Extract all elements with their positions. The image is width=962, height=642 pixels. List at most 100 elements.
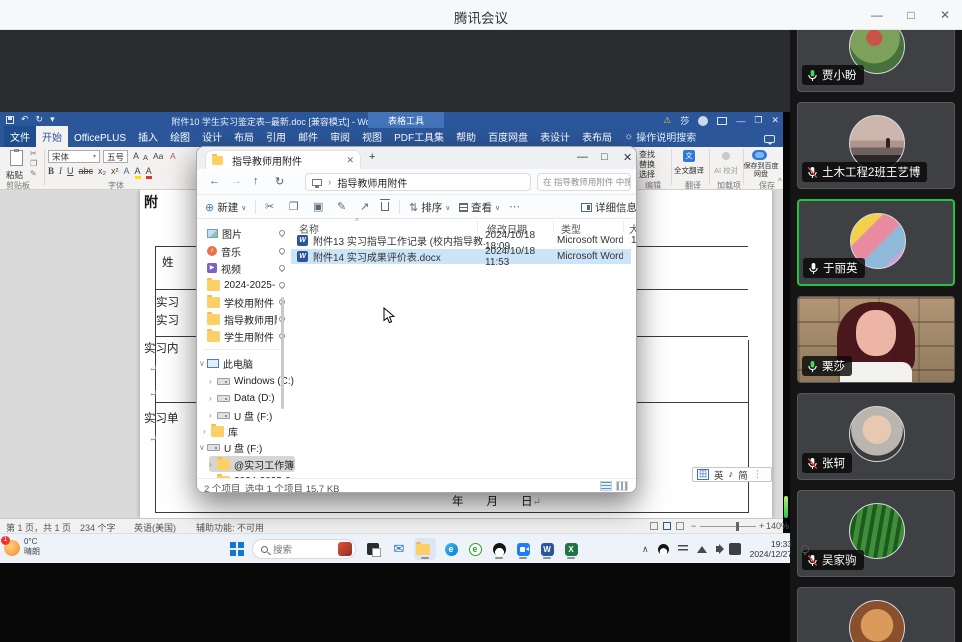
weather-widget[interactable]: 1 0°C 晴朗 [1, 536, 40, 557]
tab-layout[interactable]: 布局 [228, 126, 260, 147]
edge-app-button[interactable]: e [440, 538, 462, 560]
nav-item-usb-drive[interactable]: ∨ U 盘 (F:) [199, 439, 285, 455]
large-icons-view-toggle-icon[interactable] [616, 481, 628, 491]
ime-more-icon[interactable]: ⋮ [753, 469, 763, 480]
paste-icon[interactable]: ▣ [313, 200, 323, 213]
tab-baidu-pan[interactable]: 百度网盘 [482, 126, 534, 147]
bold-icon[interactable]: B [48, 166, 54, 176]
details-pane-button[interactable]: 详细信息 [581, 200, 636, 215]
account-avatar[interactable] [698, 115, 709, 126]
file-row[interactable]: W 附件13 实习指导工作记录 (校内指导教... 2024/10/18 18:… [291, 230, 636, 252]
redo-icon[interactable]: ↻ [36, 114, 44, 125]
delete-icon[interactable] [380, 199, 390, 211]
browser-app-button[interactable]: e [464, 538, 486, 560]
tab-table-design[interactable]: 表设计 [534, 126, 576, 147]
rename-icon[interactable]: ✎ [337, 200, 346, 213]
baidu-pan-icon[interactable] [752, 150, 767, 160]
chevron-right-icon[interactable]: › [209, 377, 217, 386]
undo-icon[interactable]: ↶ [21, 114, 29, 125]
tab-mailings[interactable]: 邮件 [292, 126, 324, 147]
word-restore-button[interactable]: ❐ [754, 115, 762, 126]
tab-table-layout[interactable]: 表布局 [576, 126, 618, 147]
collapse-ribbon-icon[interactable]: ^ [778, 177, 782, 186]
task-view-button[interactable] [362, 538, 384, 560]
file-explorer-app-button[interactable] [414, 538, 436, 560]
explorer-close-button[interactable]: ✕ [623, 151, 632, 164]
tab-home[interactable]: 开始 [36, 126, 68, 147]
format-painter-icon[interactable]: ✎ [30, 169, 37, 178]
chevron-down-icon[interactable]: ∨ [199, 359, 207, 368]
tab-references[interactable]: 引用 [260, 126, 292, 147]
subscript-icon[interactable]: x₂ [98, 166, 106, 176]
baidu-save-button[interactable]: 保存到百度网盘 [743, 163, 779, 179]
web-layout-icon[interactable] [676, 522, 684, 530]
clear-format-icon[interactable]: A [170, 151, 176, 161]
chevron-right-icon[interactable]: › [203, 427, 211, 436]
nav-item-pictures[interactable]: 图片 [199, 225, 287, 241]
participant-tile[interactable]: 张轲 [797, 393, 955, 480]
select-button[interactable]: 选择 [639, 169, 655, 180]
superscript-icon[interactable]: x² [111, 166, 119, 176]
chevron-right-icon[interactable]: › [209, 411, 217, 420]
view-button[interactable]: 查看 ∨ [459, 200, 500, 215]
mail-app-button[interactable]: ✉ [388, 538, 410, 560]
network-icon[interactable] [696, 545, 707, 553]
participant-tile[interactable]: 贾小盼 [797, 30, 955, 92]
copy-icon[interactable]: ❐ [30, 159, 37, 168]
taskbar-search[interactable]: 搜索 [252, 539, 356, 559]
text-effects-icon[interactable]: A [124, 166, 130, 176]
tab-help[interactable]: 帮助 [450, 126, 482, 147]
new-tab-button[interactable]: + [369, 151, 375, 163]
tab-design[interactable]: 设计 [196, 126, 228, 147]
underline-icon[interactable]: U [67, 166, 74, 176]
tab-view[interactable]: 视图 [356, 126, 388, 147]
print-layout-icon[interactable] [663, 522, 671, 530]
nav-scrollbar[interactable] [281, 297, 284, 409]
zoom-slider[interactable] [700, 526, 756, 527]
read-mode-icon[interactable] [650, 522, 658, 530]
ime-language-mode[interactable]: 英 [714, 468, 724, 482]
paste-icon[interactable] [10, 149, 23, 166]
zoom-level[interactable]: 140% [766, 521, 789, 531]
participant-tile[interactable] [797, 587, 955, 642]
comment-icon[interactable] [764, 135, 775, 145]
word-minimize-button[interactable]: — [736, 116, 745, 126]
tell-me-search[interactable]: ☼ 操作说明搜索 [618, 126, 702, 147]
change-case-icon[interactable]: Aa [153, 151, 163, 161]
font-size-select[interactable]: 五号 [103, 150, 128, 163]
file-row-selected[interactable]: W 附件14 实习成果评价表.docx 2024/10/18 11:53 Mic… [291, 246, 636, 268]
participant-tile-active-speaker[interactable]: 于丽英 [797, 199, 955, 286]
taskbar-clock[interactable]: 19:33 2024/12/27 [750, 539, 793, 559]
more-icon[interactable]: ⋯ [509, 200, 520, 213]
qa-caret-icon[interactable]: ▾ [50, 114, 55, 125]
nav-item-this-pc[interactable]: ∨ 此电脑 [199, 355, 285, 371]
ime-charset-mode[interactable]: 简 [738, 468, 748, 482]
settings-tray-icon[interactable] [677, 545, 688, 553]
address-bar[interactable]: › 指导教师用附件 [305, 173, 531, 191]
start-button[interactable] [226, 538, 248, 560]
zoom-slider-thumb[interactable] [736, 522, 739, 531]
nav-item-folder[interactable]: 指导教师用附 [199, 311, 287, 327]
back-icon[interactable]: ← [209, 175, 220, 187]
translate-button[interactable]: 全文翻译 [674, 165, 704, 176]
tab-pdf-tools[interactable]: PDF工具集 [388, 126, 450, 147]
chevron-right-icon[interactable]: › [209, 460, 217, 469]
ime-tray-icon[interactable] [728, 543, 741, 555]
tab-close-icon[interactable]: ✕ [346, 155, 354, 166]
nav-item-folder[interactable]: 2024-2025- [199, 277, 287, 293]
sort-button[interactable]: ⇅ 排序 ∨ [409, 200, 450, 215]
search-box[interactable]: 在 指导教师用附件 中搜索 [537, 173, 631, 191]
participant-tile-video[interactable]: 栗莎 [797, 296, 955, 383]
nav-item-selected-folder[interactable]: › @实习工作簿 [209, 456, 295, 472]
up-icon[interactable]: ↑ [253, 175, 259, 187]
refresh-icon[interactable]: ↻ [275, 175, 284, 188]
maximize-button[interactable]: □ [894, 0, 928, 30]
chevron-right-icon[interactable]: › [209, 394, 217, 403]
cut-icon[interactable]: ✂ [265, 200, 274, 213]
participant-tile[interactable]: 吴家驹 [797, 490, 955, 577]
ime-toolbar[interactable]: 田 英 ♪ 简 ⋮ [692, 467, 772, 482]
ime-logo-icon[interactable]: 田 [697, 469, 709, 480]
highlight-icon[interactable]: A [134, 166, 141, 179]
minimize-button[interactable]: — [860, 0, 894, 30]
volume-icon[interactable] [715, 544, 724, 554]
